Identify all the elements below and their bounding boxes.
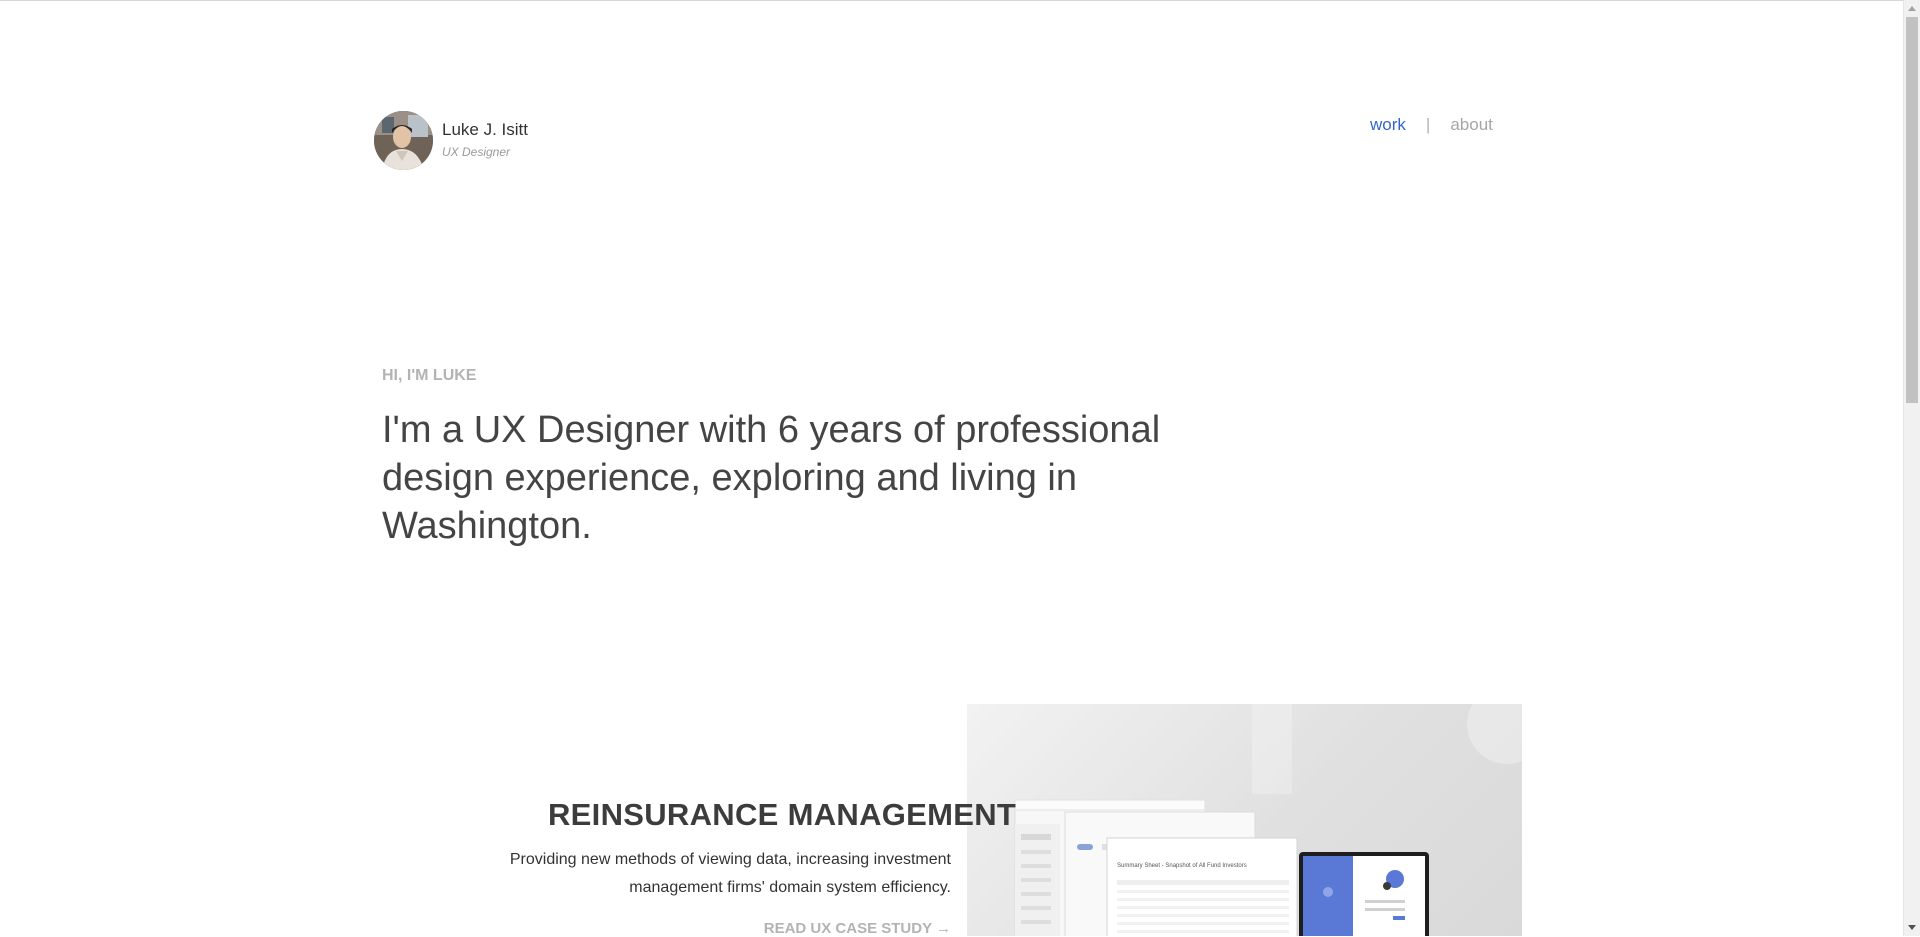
project-description: Providing new methods of viewing data, i… — [509, 851, 951, 896]
top-border — [0, 0, 1904, 1]
nav-separator: | — [1425, 115, 1431, 134]
main-nav: work | about — [1370, 115, 1493, 135]
nav-link-work[interactable]: work — [1370, 115, 1406, 135]
profile-photo-icon — [374, 111, 433, 170]
site-owner-name[interactable]: Luke J. Isitt — [442, 120, 528, 140]
triangle-up-icon — [1908, 6, 1916, 11]
read-case-study-link[interactable]: READ UX CASE STUDY → — [764, 920, 951, 937]
scroll-down-button[interactable] — [1904, 919, 1920, 936]
project-mockup-illustration: Summary Sheet - Snapshot of All Fund Inv… — [1014, 704, 1522, 936]
project-thumbnail[interactable]: Summary Sheet - Snapshot of All Fund Inv… — [967, 704, 1522, 936]
avatar[interactable] — [374, 111, 433, 170]
hero-headline: I'm a UX Designer with 6 years of profes… — [382, 409, 1161, 547]
hero-eyebrow: HI, I'M LUKE — [382, 367, 477, 384]
mockup-heading: Summary Sheet - Snapshot of All Fund Inv… — [1117, 863, 1247, 869]
page-scrollbar[interactable] — [1903, 0, 1920, 936]
triangle-down-icon — [1908, 925, 1916, 930]
nav-link-about[interactable]: about — [1450, 115, 1493, 135]
site-owner-role: UX Designer — [442, 145, 511, 159]
scrollbar-thumb[interactable] — [1906, 17, 1918, 403]
scroll-up-button[interactable] — [1904, 0, 1920, 17]
project-title: REINSURANCE MANAGEMENT — [548, 797, 1017, 832]
